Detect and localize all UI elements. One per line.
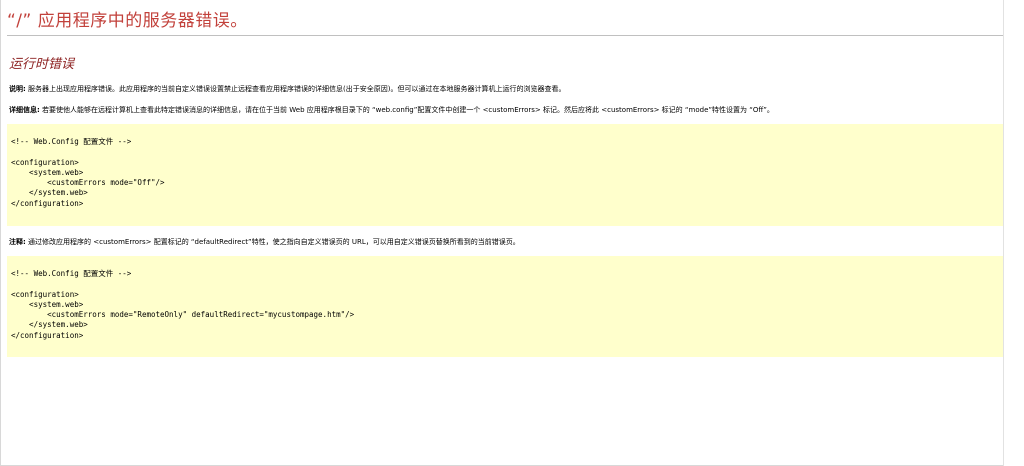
details-text: 若要使他人能够在远程计算机上查看此特定错误消息的详细信息，请在位于当前 Web …: [39, 106, 774, 114]
config-code-remote: <!-- Web.Config 配置文件 --> <configuration>…: [11, 269, 355, 340]
details-label: 详细信息:: [9, 106, 40, 114]
details-paragraph: 详细信息: 若要使他人能够在远程计算机上查看此特定错误消息的详细信息，请在位于当…: [9, 105, 774, 115]
description-label: 说明:: [9, 85, 26, 93]
notes-paragraph: 注释: 通过修改应用程序的 <customErrors> 配置标记的 “defa…: [9, 237, 520, 247]
notes-label: 注释:: [9, 238, 26, 246]
description-paragraph: 说明: 服务器上出现应用程序错误。此应用程序的当前自定义错误设置禁止远程查看应用…: [9, 84, 566, 94]
page-title: “/” 应用程序中的服务器错误。: [7, 11, 248, 31]
config-code-block-remote: <!-- Web.Config 配置文件 --> <configuration>…: [7, 256, 1003, 357]
description-text: 服务器上出现应用程序错误。此应用程序的当前自定义错误设置禁止远程查看应用程序错误…: [25, 85, 566, 93]
error-subtitle: 运行时错误: [9, 57, 75, 72]
title-divider: [7, 35, 1003, 36]
notes-text: 通过修改应用程序的 <customErrors> 配置标记的 “defaultR…: [25, 238, 520, 246]
window-scroll-edge[interactable]: [1003, 0, 1024, 466]
config-code-off: <!-- Web.Config 配置文件 --> <configuration>…: [11, 137, 165, 208]
page-border: [0, 0, 1024, 466]
config-code-block-off: <!-- Web.Config 配置文件 --> <configuration>…: [7, 124, 1003, 226]
